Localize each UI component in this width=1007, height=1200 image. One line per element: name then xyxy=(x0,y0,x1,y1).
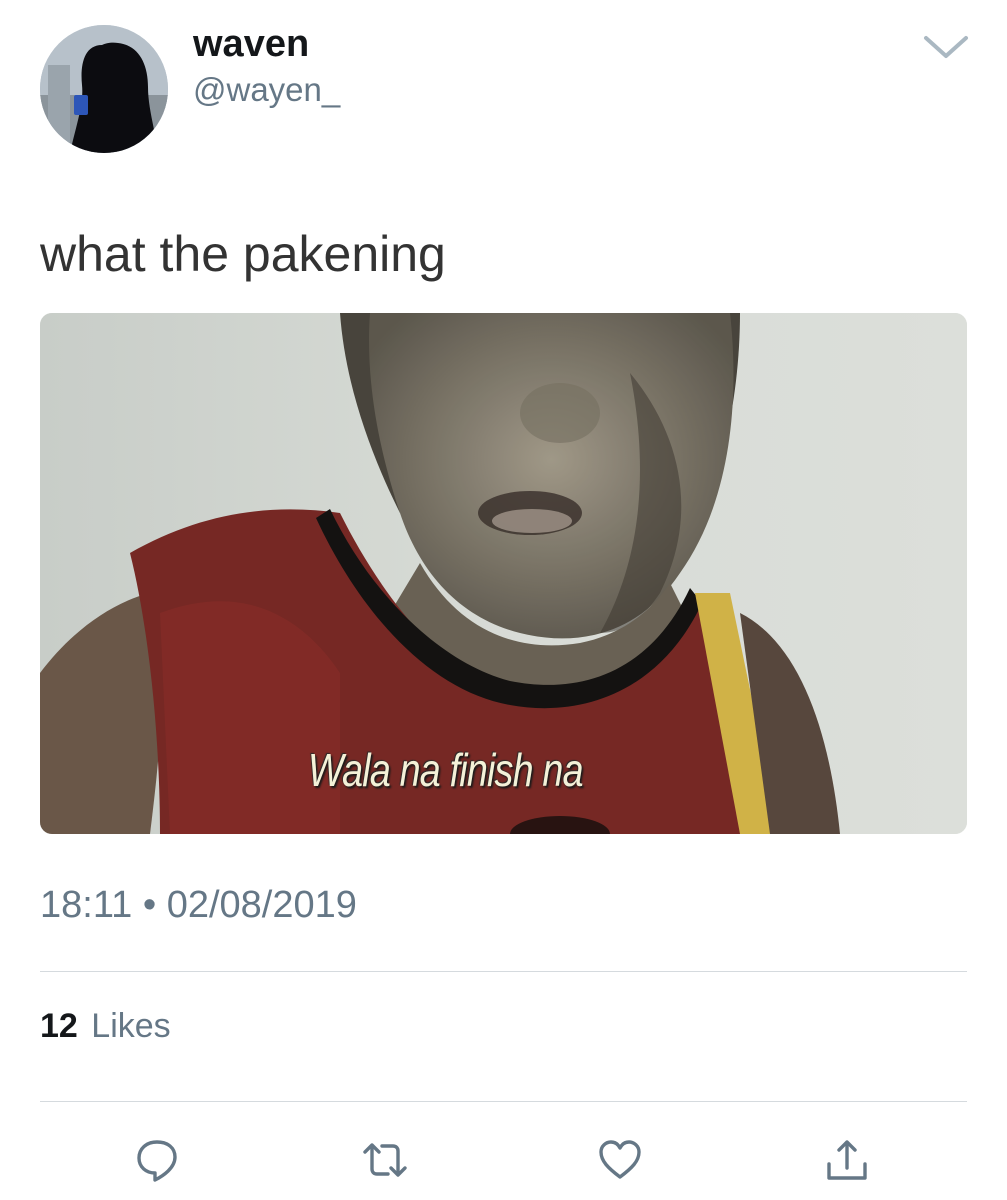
chevron-down-icon[interactable] xyxy=(920,30,972,64)
likes-count: 12 xyxy=(40,1007,78,1045)
like-button[interactable] xyxy=(596,1136,644,1184)
media-caption-overlay: Wala na finish na xyxy=(308,744,584,796)
divider xyxy=(40,971,967,972)
heart-icon xyxy=(599,1140,641,1179)
avatar[interactable] xyxy=(40,25,168,153)
tweet-timestamp: 18:11 • 02/08/2019 xyxy=(40,882,357,928)
reply-icon xyxy=(137,1140,177,1182)
reply-button[interactable] xyxy=(133,1136,181,1184)
display-name[interactable]: waven xyxy=(193,22,309,66)
tweet-time: 18:11 xyxy=(40,884,133,926)
tweet-detail: waven @wayen_ what the pakening Wala na … xyxy=(0,0,1007,1200)
retweet-icon xyxy=(363,1143,407,1177)
likes-stat[interactable]: 12 Likes xyxy=(40,1005,171,1047)
share-icon xyxy=(827,1140,867,1180)
tweet-media-image[interactable]: Wala na finish na xyxy=(40,313,967,834)
tweet-text: what the pakening xyxy=(40,226,446,282)
user-handle[interactable]: @wayen_ xyxy=(193,70,340,110)
retweet-button[interactable] xyxy=(361,1136,409,1184)
avatar-image xyxy=(40,25,168,153)
likes-label: Likes xyxy=(91,1007,171,1045)
timestamp-separator: • xyxy=(142,884,157,926)
tweet-date: 02/08/2019 xyxy=(166,884,357,926)
share-button[interactable] xyxy=(823,1136,871,1184)
divider xyxy=(40,1101,967,1102)
